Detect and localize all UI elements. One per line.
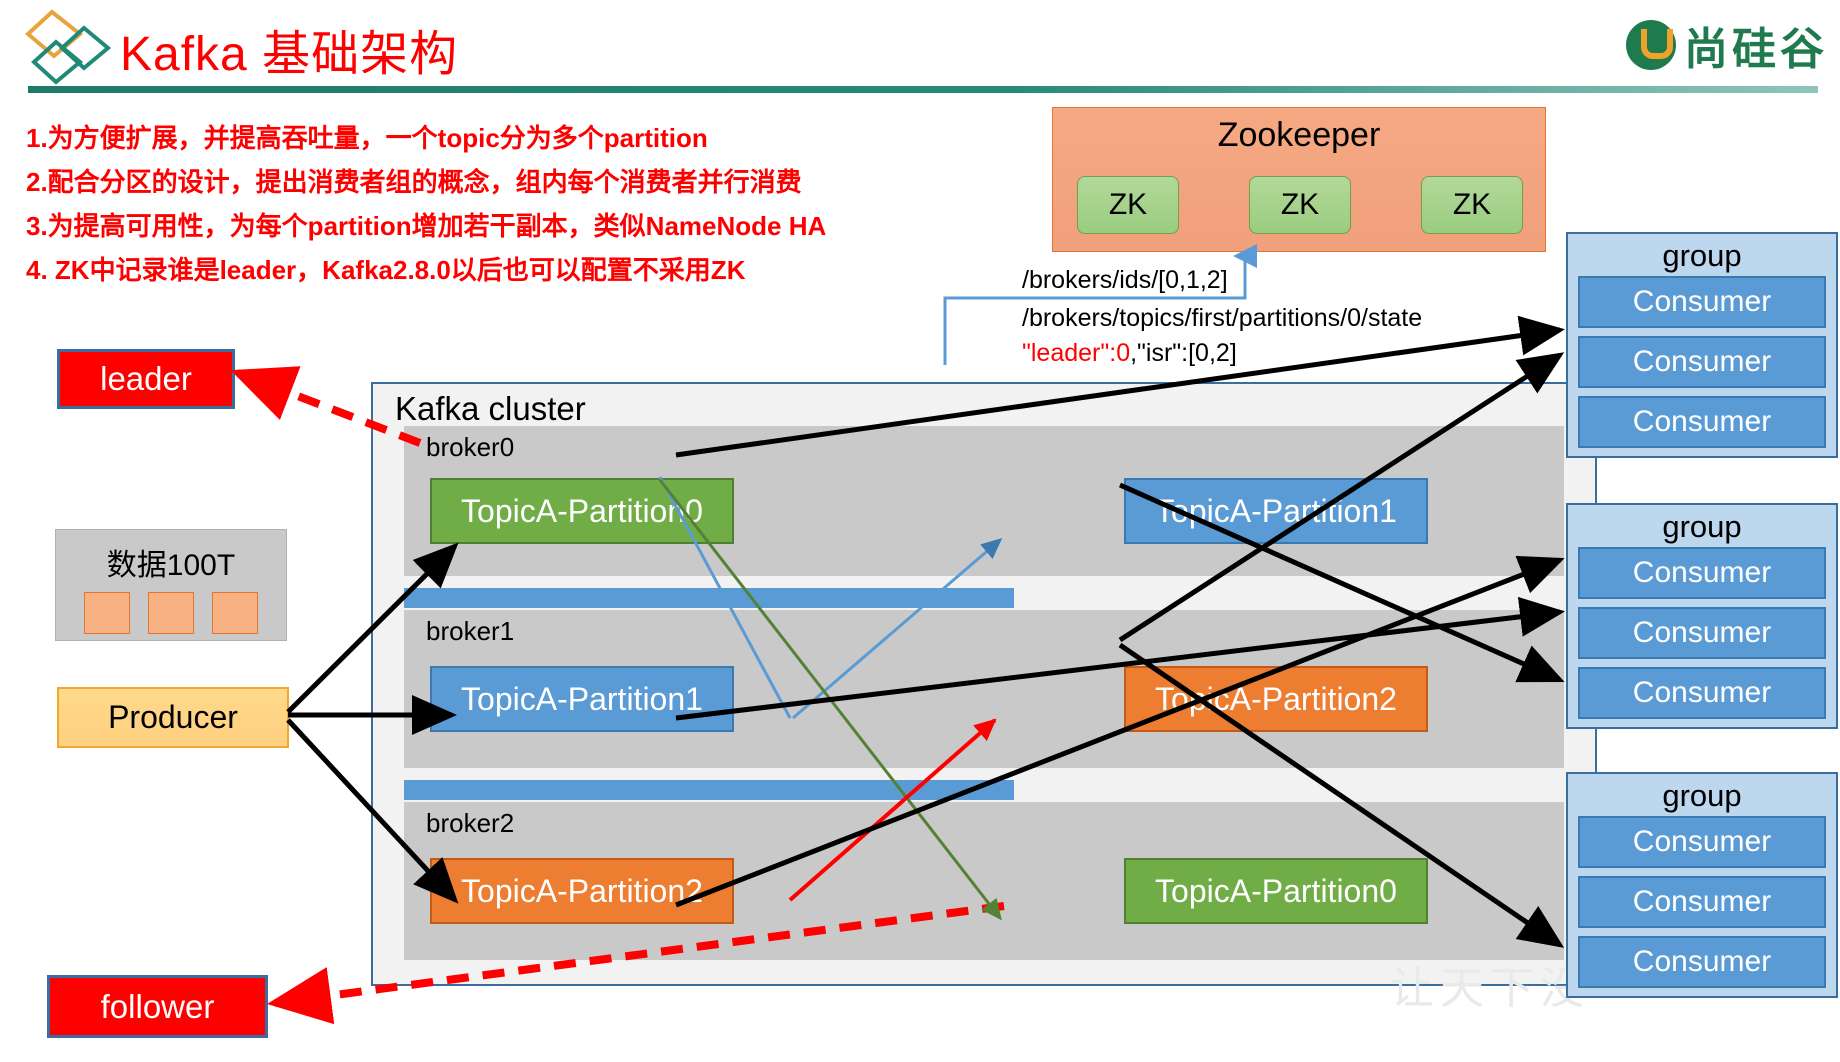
group-title: group (1662, 778, 1742, 813)
consumer-box: Consumer (1578, 607, 1826, 659)
zk-node: ZK (1249, 176, 1351, 234)
broker-label: broker2 (426, 808, 515, 838)
kafka-cluster-title: Kafka cluster (395, 390, 586, 427)
broker-1: broker1 TopicA-Partition1 TopicA-Partiti… (404, 610, 1564, 768)
broker-2: broker2 TopicA-Partition2 TopicA-Partiti… (404, 802, 1564, 960)
zookeeper-box: Zookeeper ZK ZK ZK (1052, 107, 1546, 252)
atguigu-u-mark-icon (1626, 20, 1676, 70)
partition-box: TopicA-Partition2 (1124, 666, 1428, 732)
zk-path-state: /brokers/topics/first/partitions/0/state (1022, 304, 1423, 332)
brand-text: 尚硅谷 (1684, 24, 1828, 75)
zk-node: ZK (1077, 176, 1179, 234)
header-divider (28, 86, 1818, 93)
brand-logo: 尚硅谷 (1626, 16, 1828, 75)
zk-node: ZK (1421, 176, 1523, 234)
producer-box: Producer (57, 687, 289, 748)
page-title: Kafka 基础架构 (120, 28, 459, 81)
partition-box: TopicA-Partition1 (430, 666, 734, 732)
partition-box: TopicA-Partition1 (1124, 478, 1428, 544)
replication-bar (404, 588, 1014, 608)
consumer-box: Consumer (1578, 876, 1826, 928)
broker-label: broker1 (426, 616, 515, 646)
consumer-box: Consumer (1578, 396, 1826, 448)
data-chunk-icon (148, 592, 194, 634)
data-chunk-icon (212, 592, 258, 634)
consumer-box: Consumer (1578, 336, 1826, 388)
note-item: 3.为提高可用性，为每个partition增加若干副本，类似NameNode H… (26, 211, 827, 241)
note-item: 1.为方便扩展，并提高吞吐量，一个topic分为多个partition (26, 123, 708, 153)
consumer-group-3: group Consumer Consumer Consumer (1566, 772, 1838, 998)
group-title: group (1662, 238, 1742, 273)
replication-bar (404, 780, 1014, 800)
consumer-box: Consumer (1578, 276, 1826, 328)
consumer-box: Consumer (1578, 936, 1826, 988)
data-volume-box: 数据100T (55, 529, 287, 641)
broker-label: broker0 (426, 432, 515, 462)
watermark: 让天下没 (1390, 964, 1590, 1013)
leader-badge: leader (57, 349, 235, 409)
note-item: 4. ZK中记录谁是leader，Kafka2.8.0以后也可以配置不采用ZK (26, 255, 746, 285)
broker-0: broker0 TopicA-Partition0 TopicA-Partiti… (404, 426, 1564, 576)
data-chunks (84, 592, 258, 634)
zk-leader-isr: "leader":0,"isr":[0,2] (1022, 339, 1237, 368)
partition-box: TopicA-Partition0 (430, 478, 734, 544)
consumer-group-2: group Consumer Consumer Consumer (1566, 503, 1838, 729)
consumer-box: Consumer (1578, 816, 1826, 868)
diamonds-logo-icon (22, 8, 114, 86)
zk-isr-value: ,"isr":[0,2] (1130, 339, 1237, 367)
partition-box: TopicA-Partition0 (1124, 858, 1428, 924)
data-volume-label: 数据100T (106, 549, 236, 582)
zk-leader-value: "leader":0 (1022, 339, 1131, 367)
group-title: group (1662, 509, 1742, 544)
consumer-group-1: group Consumer Consumer Consumer (1566, 232, 1838, 458)
partition-box: TopicA-Partition2 (430, 858, 734, 924)
data-chunk-icon (84, 592, 130, 634)
kafka-cluster-box: Kafka cluster broker0 TopicA-Partition0 … (371, 382, 1597, 986)
notes-list: 1.为方便扩展，并提高吞吐量，一个topic分为多个partition 2.配合… (26, 116, 1036, 292)
consumer-box: Consumer (1578, 667, 1826, 719)
consumer-box: Consumer (1578, 547, 1826, 599)
zk-path-ids: /brokers/ids/[0,1,2] (1022, 266, 1228, 294)
follower-badge: follower (47, 975, 268, 1038)
zookeeper-title: Zookeeper (1217, 116, 1381, 154)
note-item: 2.配合分区的设计，提出消费者组的概念，组内每个消费者并行消费 (26, 167, 802, 197)
